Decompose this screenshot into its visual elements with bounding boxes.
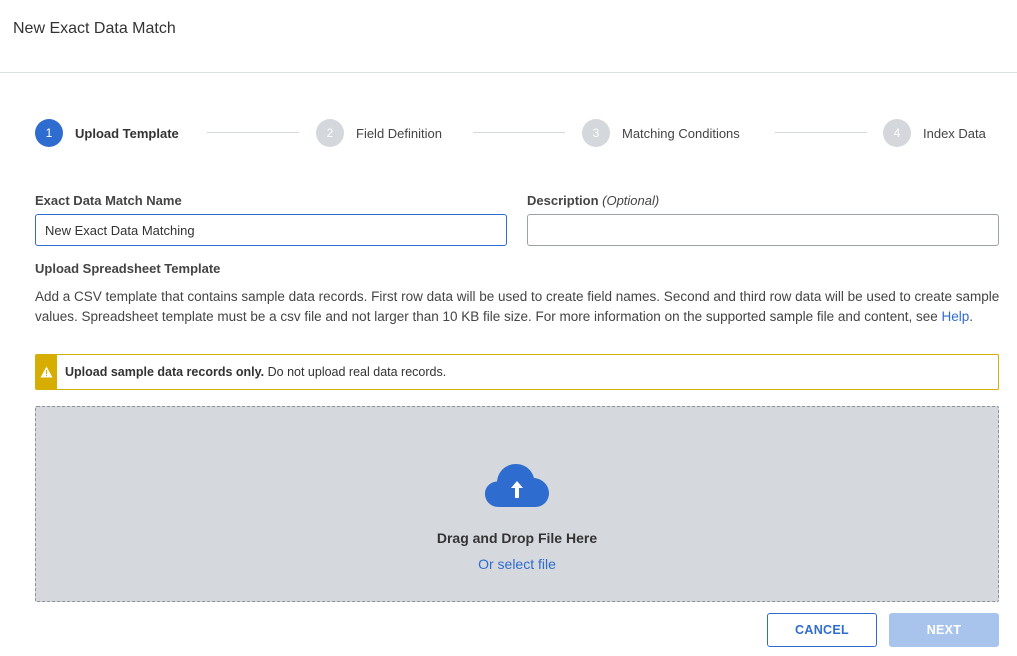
upload-description: Add a CSV template that contains sample … bbox=[35, 287, 1000, 327]
description-input[interactable] bbox=[527, 214, 999, 246]
warning-icon-strip bbox=[36, 355, 57, 389]
optional-tag: (Optional) bbox=[602, 193, 660, 208]
step-number-4: 4 bbox=[883, 119, 911, 147]
name-field-label: Exact Data Match Name bbox=[35, 193, 182, 208]
wizard-stepper: 1 Upload Template 2 Field Definition 3 M… bbox=[35, 119, 995, 147]
step-label-matching-conditions: Matching Conditions bbox=[622, 125, 740, 141]
warning-triangle-icon bbox=[40, 366, 53, 378]
step-number-2: 2 bbox=[316, 119, 344, 147]
warning-bold-text: Upload sample data records only. bbox=[65, 365, 265, 379]
step-label-upload-template: Upload Template bbox=[75, 125, 179, 141]
file-dropzone[interactable]: Drag and Drop File Here Or select file bbox=[35, 406, 999, 602]
step-upload-template: 1 Upload Template bbox=[35, 119, 179, 147]
step-index-data: 4 Index Data bbox=[883, 119, 986, 147]
step-number-1: 1 bbox=[35, 119, 63, 147]
step-matching-conditions: 3 Matching Conditions bbox=[582, 119, 740, 147]
name-input[interactable] bbox=[35, 214, 507, 246]
next-button[interactable]: NEXT bbox=[889, 613, 999, 647]
upload-section-title: Upload Spreadsheet Template bbox=[35, 261, 221, 276]
step-connector bbox=[473, 132, 565, 133]
dialog-header: New Exact Data Match bbox=[0, 0, 1017, 73]
description-field-label: Description (Optional) bbox=[527, 193, 659, 208]
dropzone-select-link-wrap: Or select file bbox=[36, 556, 998, 572]
dropzone-title: Drag and Drop File Here bbox=[436, 530, 598, 546]
name-label-text: Exact Data Match Name bbox=[35, 193, 182, 208]
help-link[interactable]: Help bbox=[942, 309, 970, 324]
step-label-index-data: Index Data bbox=[923, 125, 986, 141]
step-label-field-definition: Field Definition bbox=[356, 125, 442, 141]
select-file-link[interactable]: Or select file bbox=[478, 556, 556, 572]
step-connector bbox=[775, 132, 867, 133]
upload-description-end: . bbox=[969, 309, 974, 324]
upload-description-text: Add a CSV template that contains sample … bbox=[35, 289, 1000, 324]
warning-message: Upload sample data records only. Do not … bbox=[65, 365, 446, 379]
step-number-3: 3 bbox=[582, 119, 610, 147]
description-label-text: Description bbox=[527, 193, 599, 208]
warning-text: Do not upload real data records. bbox=[264, 365, 447, 379]
cloud-upload-icon bbox=[485, 464, 549, 507]
step-field-definition: 2 Field Definition bbox=[316, 119, 442, 147]
dialog-title: New Exact Data Match bbox=[13, 20, 176, 37]
step-connector bbox=[207, 132, 299, 133]
warning-banner: Upload sample data records only. Do not … bbox=[35, 354, 999, 390]
cancel-button[interactable]: CANCEL bbox=[767, 613, 877, 647]
